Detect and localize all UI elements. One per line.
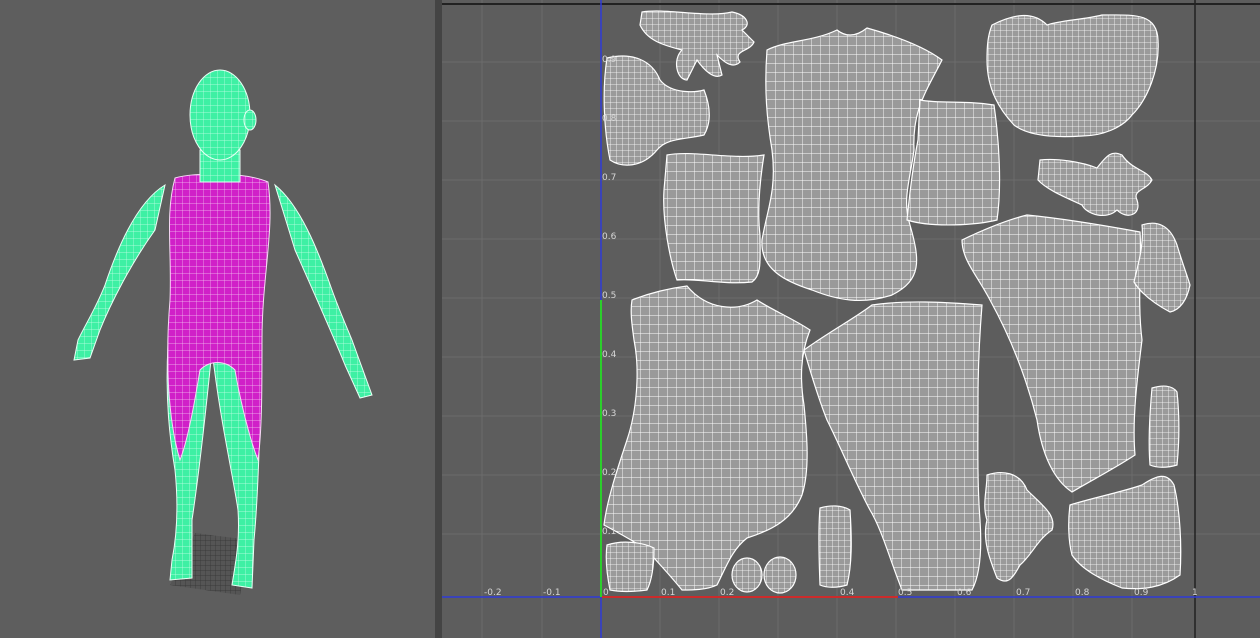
character-mesh[interactable] bbox=[73, 69, 373, 589]
x-tick: 0.9 bbox=[1134, 588, 1149, 598]
x-tick: 0.5 bbox=[898, 588, 912, 598]
viewport-canvas[interactable] bbox=[0, 0, 435, 638]
y-tick: 0.8 bbox=[602, 114, 617, 124]
uv-shells[interactable] bbox=[603, 10, 1191, 594]
y-tick: 0.3 bbox=[602, 409, 616, 419]
uv-shell-eye-left bbox=[731, 557, 763, 593]
x-tick: 1 bbox=[1192, 588, 1198, 598]
uv-shell-chest-left bbox=[663, 152, 765, 284]
x-tick: -0.1 bbox=[543, 588, 561, 598]
uv-shell-leg-upper bbox=[961, 214, 1143, 493]
uv-shell-finger-strip bbox=[1148, 385, 1180, 468]
x-tick: 0.2 bbox=[720, 588, 734, 598]
uv-shell-head bbox=[986, 14, 1159, 138]
uv-shell-hand-top bbox=[639, 10, 755, 81]
3d-viewport[interactable] bbox=[0, 0, 435, 638]
y-tick: 0.7 bbox=[602, 173, 616, 183]
uv-shell-hand-small bbox=[1133, 222, 1191, 313]
uv-shell-finger-strip-2 bbox=[818, 505, 852, 588]
uv-shell-hand-right bbox=[1037, 152, 1153, 217]
uv-shell-foot-right bbox=[1068, 475, 1182, 590]
uv-shell-hand-bottom bbox=[984, 472, 1054, 582]
uv-shell-upperarm bbox=[906, 99, 1001, 226]
x-tick: 0.7 bbox=[1016, 588, 1030, 598]
uv-shell-small-left bbox=[605, 541, 655, 593]
x-tick: -0.2 bbox=[484, 588, 502, 598]
x-tick: 0.1 bbox=[661, 588, 675, 598]
y-tick: 0.4 bbox=[602, 350, 617, 360]
y-tick: 0.6 bbox=[602, 232, 617, 242]
y-tick: 0.2 bbox=[602, 468, 616, 478]
panel-divider[interactable] bbox=[435, 0, 442, 638]
uv-shell-foot-left bbox=[603, 55, 710, 166]
y-tick: 0.5 bbox=[602, 291, 616, 301]
uv-shell-eye-right bbox=[763, 556, 797, 594]
uv-canvas[interactable]: -0.2 -0.1 0 0.1 0.2 0.4 0.5 0.6 0.7 0.8 … bbox=[442, 0, 1260, 638]
x-tick: 0.6 bbox=[957, 588, 972, 598]
x-tick: 0 bbox=[603, 588, 609, 598]
y-tick: 0.9 bbox=[602, 55, 617, 65]
y-tick: 0.1 bbox=[602, 527, 616, 537]
x-tick: 0.8 bbox=[1075, 588, 1090, 598]
x-tick: 0.4 bbox=[840, 588, 855, 598]
uv-editor-panel[interactable]: -0.2 -0.1 0 0.1 0.2 0.4 0.5 0.6 0.7 0.8 … bbox=[442, 0, 1260, 638]
